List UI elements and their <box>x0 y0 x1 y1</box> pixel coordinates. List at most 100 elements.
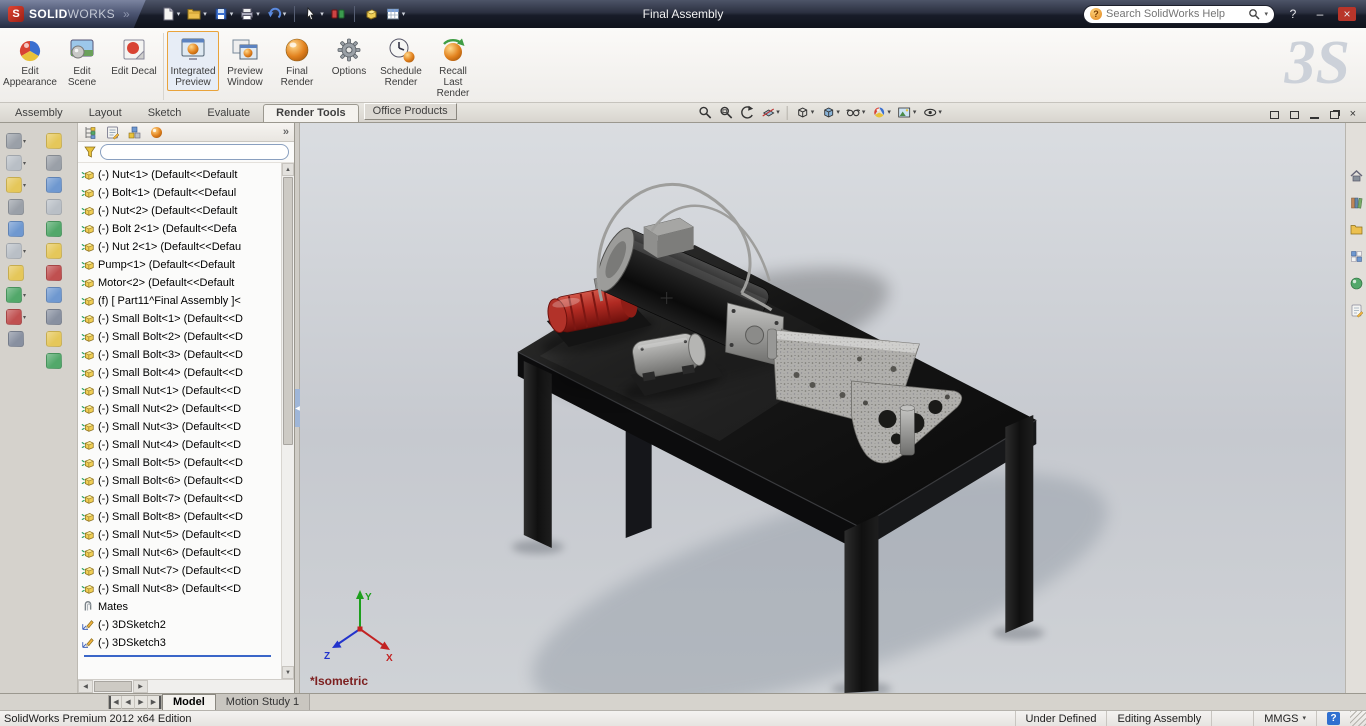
view-palette-button[interactable] <box>1348 248 1365 265</box>
tree-item[interactable]: (-) Nut 2<1> (Default<<Defau <box>81 238 279 256</box>
tree-item[interactable]: (-) Small Bolt<8> (Default<<D <box>81 508 279 526</box>
minimize-document-icon[interactable] <box>1309 111 1319 119</box>
left-dock-tool-button[interactable] <box>46 287 62 303</box>
tree-item[interactable]: (-) 3DSketch2 <box>81 616 279 634</box>
left-dock-tool-button[interactable] <box>46 309 62 325</box>
configurationmanager-tab-icon[interactable] <box>127 125 142 140</box>
new-window-icon[interactable] <box>1289 110 1299 119</box>
edit-scene-button[interactable]: Edit Scene <box>56 31 108 91</box>
tree-item[interactable]: (-) Nut<2> (Default<<Default <box>81 202 279 220</box>
left-dock-tool-button[interactable] <box>46 221 62 237</box>
left-dock-tool-button[interactable]: ▾ <box>5 309 26 325</box>
restore-down-icon[interactable] <box>1269 110 1279 119</box>
save-button[interactable]: ▾ <box>211 4 236 24</box>
last-tab-icon[interactable]: ▶ <box>148 695 161 709</box>
zoom-to-area-button[interactable] <box>717 104 734 121</box>
schedule-render-button[interactable]: Schedule Render <box>375 31 427 91</box>
custom-properties-button[interactable] <box>1348 302 1365 319</box>
left-dock-tool-button[interactable]: ▾ <box>5 133 26 149</box>
featuremanager-tree-tab-icon[interactable] <box>83 125 98 140</box>
tree-item[interactable]: (-) Small Nut<1> (Default<<D <box>81 382 279 400</box>
section-view-button[interactable]: ▾ <box>759 104 781 121</box>
minimize-button[interactable]: – <box>1311 7 1329 21</box>
select-button[interactable]: ▾ <box>301 4 326 24</box>
tree-item[interactable]: (-) Bolt<1> (Default<<Defaul <box>81 184 279 202</box>
tree-item[interactable]: (-) Nut<1> (Default<<Default <box>81 166 279 184</box>
zoom-to-fit-button[interactable] <box>696 104 713 121</box>
left-dock-tool-button[interactable] <box>46 331 62 347</box>
first-tab-icon[interactable]: ◀ <box>109 695 122 709</box>
left-dock-tool-button[interactable]: ▾ <box>5 177 26 193</box>
scroll-right-icon[interactable]: ▶ <box>133 680 148 693</box>
render-options-button[interactable]: Options <box>323 31 375 80</box>
left-dock-tool-button[interactable] <box>46 155 62 171</box>
resize-grip[interactable] <box>1350 711 1366 726</box>
final-render-button[interactable]: Final Render <box>271 31 323 91</box>
left-dock-tool-button[interactable] <box>8 331 24 347</box>
left-dock-tool-button[interactable] <box>46 199 62 215</box>
tree-item[interactable]: (-) Small Nut<5> (Default<<D <box>81 526 279 544</box>
filter-funnel-icon[interactable] <box>83 145 97 159</box>
scroll-left-icon[interactable]: ◀ <box>78 680 93 693</box>
tree-item[interactable]: (-) Bolt 2<1> (Default<<Defa <box>81 220 279 238</box>
file-explorer-button[interactable] <box>1348 221 1365 238</box>
left-dock-tool-button[interactable] <box>46 177 62 193</box>
integrated-preview-button[interactable]: Integrated Preview <box>167 31 219 91</box>
search-options-caret-icon[interactable]: ▾ <box>1264 11 1268 18</box>
tree-item[interactable]: (-) Small Bolt<3> (Default<<D <box>81 346 279 364</box>
close-document-icon[interactable]: × <box>1350 109 1356 120</box>
left-dock-tool-button[interactable] <box>46 133 62 149</box>
new-document-button[interactable]: ▾ <box>158 4 183 24</box>
units-selector[interactable]: MMGS ▾ <box>1253 711 1316 726</box>
tree-item[interactable]: (-) Small Bolt<6> (Default<<D <box>81 472 279 490</box>
tree-item[interactable]: (-) Small Bolt<7> (Default<<D <box>81 490 279 508</box>
search-input[interactable] <box>1106 8 1245 20</box>
tree-horizontal-scrollbar[interactable]: ◀ ▶ <box>78 679 294 693</box>
close-button[interactable]: × <box>1338 7 1356 21</box>
edit-decal-button[interactable]: Edit Decal <box>108 31 160 80</box>
hide-show-items-button[interactable]: ▾ <box>845 104 867 121</box>
left-dock-tool-button[interactable] <box>8 199 24 215</box>
rebuild-toggle-button[interactable] <box>328 4 348 24</box>
tab-render-tools[interactable]: Render Tools <box>263 104 359 122</box>
apply-scene-button[interactable]: ▾ <box>896 104 918 121</box>
tree-item[interactable]: (-) 3DSketch3 <box>81 634 279 652</box>
tab-sketch[interactable]: Sketch <box>135 104 195 122</box>
scroll-down-icon[interactable]: ▼ <box>282 666 294 679</box>
search-icon[interactable] <box>1248 8 1261 20</box>
view-settings-button[interactable]: ▾ <box>921 104 943 121</box>
resources-home-button[interactable] <box>1348 167 1365 184</box>
preview-window-button[interactable]: Preview Window <box>219 31 271 91</box>
displaymanager-tab-icon[interactable] <box>149 125 164 140</box>
left-dock-tool-button[interactable] <box>46 353 62 369</box>
quick-tips-help-icon[interactable]: ? <box>1327 712 1340 725</box>
tree-item[interactable]: (-) Small Nut<4> (Default<<D <box>81 436 279 454</box>
tree-item[interactable]: (f) [ Part11^Final Assembly ]< <box>81 292 279 310</box>
tab-layout[interactable]: Layout <box>76 104 135 122</box>
left-dock-tool-button[interactable]: ▾ <box>5 243 26 259</box>
next-tab-icon[interactable]: ▶ <box>135 695 148 709</box>
help-button[interactable]: ? <box>1284 7 1302 21</box>
edit-appearance-hud-button[interactable]: ▾ <box>870 104 892 121</box>
tree-item[interactable]: (-) Small Nut<6> (Default<<D <box>81 544 279 562</box>
panel-overflow-chevron-icon[interactable]: » <box>283 126 289 138</box>
tree-item[interactable]: (-) Small Bolt<5> (Default<<D <box>81 454 279 472</box>
edit-component-button[interactable] <box>361 4 381 24</box>
graphics-viewport[interactable]: Y X Z *Isometric <box>300 123 1345 693</box>
scrollbar-thumb[interactable] <box>283 177 293 445</box>
undo-button[interactable]: ▾ <box>264 4 289 24</box>
left-dock-tool-button[interactable] <box>46 265 62 281</box>
tree-item[interactable]: (-) Small Nut<3> (Default<<D <box>81 418 279 436</box>
tree-item[interactable]: (-) Small Bolt<1> (Default<<D <box>81 310 279 328</box>
rollback-bar[interactable] <box>84 655 271 657</box>
previous-view-button[interactable] <box>738 104 755 121</box>
left-dock-tool-button[interactable]: ▾ <box>5 155 26 171</box>
restore-document-icon[interactable] <box>1329 110 1339 119</box>
scroll-up-icon[interactable]: ▲ <box>282 163 294 176</box>
left-dock-tool-button[interactable]: ▾ <box>5 287 26 303</box>
assembly-3d-scene[interactable] <box>300 123 1345 693</box>
tab-evaluate[interactable]: Evaluate <box>194 104 263 122</box>
tree-item[interactable]: Mates <box>81 598 279 616</box>
left-dock-tool-button[interactable] <box>8 265 24 281</box>
tab-office-products[interactable]: Office Products <box>363 103 457 120</box>
